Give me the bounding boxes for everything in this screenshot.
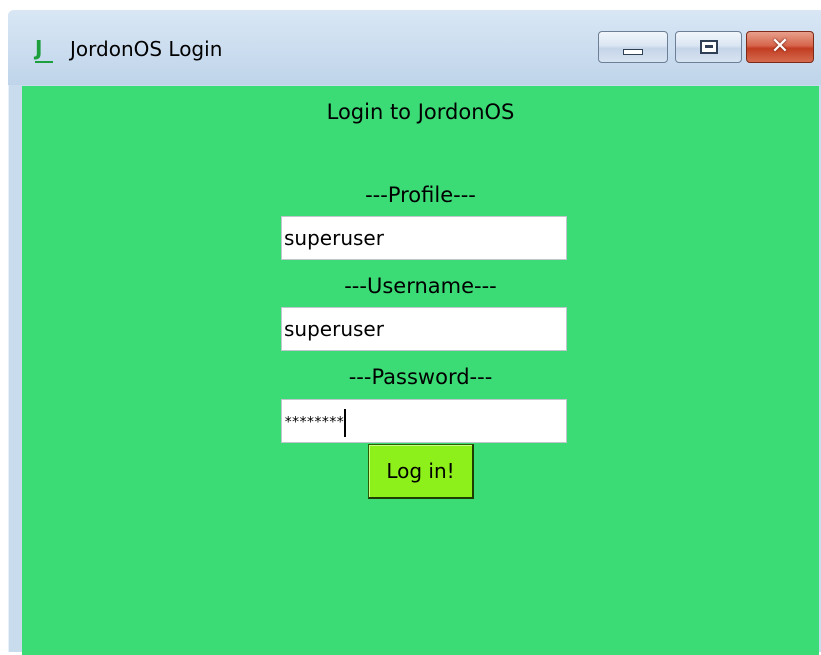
profile-label: ---Profile---: [365, 183, 476, 207]
app-icon: J: [35, 35, 53, 63]
close-icon: ✕: [770, 34, 790, 59]
window-title: JordonOS Login: [70, 37, 223, 61]
login-window: J JordonOS Login ✕ Login to JordonOS ---…: [8, 10, 821, 655]
password-field[interactable]: ********: [281, 399, 567, 443]
minimize-icon: [623, 49, 643, 55]
minimize-button[interactable]: [598, 31, 668, 63]
profile-value: superuser: [284, 226, 384, 250]
password-label: ---Password---: [348, 365, 493, 389]
password-value: ********: [284, 414, 344, 431]
maximize-button[interactable]: [675, 31, 742, 63]
maximize-icon: [699, 40, 718, 54]
login-button[interactable]: Log in!: [368, 444, 474, 499]
username-label: ---Username---: [344, 274, 497, 298]
close-button[interactable]: ✕: [746, 31, 814, 63]
title-bar[interactable]: J JordonOS Login ✕: [8, 10, 821, 85]
login-panel: Login to JordonOS ---Profile--- superuse…: [22, 86, 819, 655]
username-field[interactable]: superuser: [281, 307, 567, 351]
username-value: superuser: [284, 317, 384, 341]
text-caret: [344, 408, 347, 437]
login-heading: Login to JordonOS: [326, 100, 515, 124]
profile-field[interactable]: superuser: [281, 216, 567, 260]
